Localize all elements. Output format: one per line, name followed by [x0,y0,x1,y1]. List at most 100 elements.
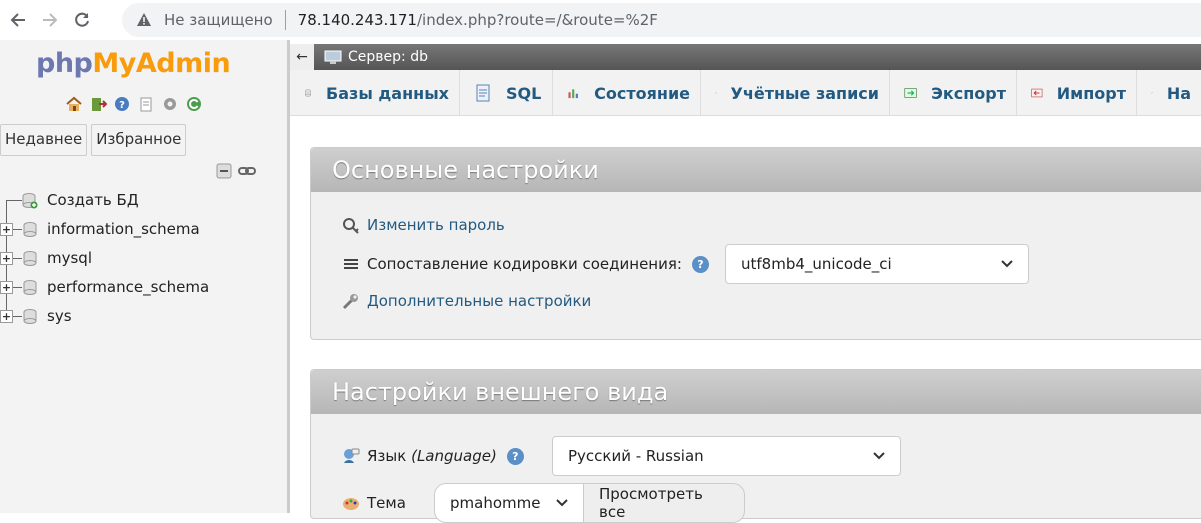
more-settings-row: Дополнительные настройки [341,291,591,311]
browser-toolbar: Не защищено 78.140.243.171/index.php?rou… [0,0,1201,40]
tab-status[interactable]: Состояние [553,70,701,116]
language-row: Язык (Language) ? [341,446,524,466]
tree-item-db[interactable]: + information_schema [0,215,220,244]
appearance-settings-panel: Настройки внешнего вида Язык (Language) … [310,369,1201,519]
chevron-down-icon [872,449,886,463]
svg-text:?: ? [119,100,125,111]
key-icon [341,215,361,235]
url-host: 78.140.243.171 [298,11,417,29]
palette-icon [341,493,361,513]
tree-label: sys [47,307,72,325]
quick-icons: ? [64,94,204,114]
exit-icon[interactable] [88,94,108,114]
address-bar[interactable]: Не защищено 78.140.243.171/index.php?rou… [122,3,1201,37]
tab-databases[interactable]: Базы данных [290,70,460,116]
refresh-icon[interactable] [184,94,204,114]
view-all-themes-button[interactable]: Просмотреть все [583,483,745,523]
collation-value: utf8mb4_unicode_ci [741,255,892,273]
tab-label: Экспорт [931,84,1006,103]
help-icon[interactable]: ? [692,256,709,273]
tree-item-db[interactable]: + performance_schema [0,273,220,302]
help-icon[interactable]: ? [507,448,524,465]
tree-label: Создать БД [47,191,139,209]
tree-label: performance_schema [47,278,209,296]
tree-item-db[interactable]: + sys [0,302,220,331]
tab-recent[interactable]: Недавнее [0,124,87,156]
wrench-icon [341,291,361,311]
tab-label: Учётные записи [731,84,879,103]
logo-php: php [36,48,92,79]
phpmyadmin-logo[interactable]: phpMyAdmin [36,48,230,79]
tab-user-accounts[interactable]: Учётные записи [701,70,890,116]
tab-label: Импорт [1057,84,1126,103]
expand-icon[interactable]: + [0,281,13,294]
server-label[interactable]: Сервер: db [348,49,428,65]
tree-item-create-db[interactable]: Создать БД [0,186,200,215]
tab-export[interactable]: Экспорт [890,70,1017,116]
language-label-ru: Язык [367,447,406,465]
gear-icon[interactable] [160,94,180,114]
panel-title: Настройки внешнего вида [311,370,1201,414]
database-icon [22,250,38,267]
theme-select[interactable]: pmahomme [434,483,584,523]
database-icon [22,308,38,325]
expand-icon[interactable]: + [0,310,13,323]
theme-value: pmahomme [450,494,540,512]
database-icon [304,84,312,102]
collation-row: Сопоставление кодировки соединения: ? [341,254,709,274]
url-text: 78.140.243.171/index.php?route=/&route=%… [298,11,658,29]
tab-label: SQL [506,84,541,103]
documentation-icon[interactable] [136,94,156,114]
reload-icon[interactable] [68,6,96,34]
tab-label: Состояние [594,84,690,103]
link-icon[interactable] [238,162,256,184]
recent-favorites-tabs: Недавнее Избранное [0,124,186,156]
top-menu: Базы данных SQL Состояние Учётные записи… [290,70,1201,116]
change-password-link[interactable]: Изменить пароль [367,216,505,234]
tab-settings[interactable]: На [1137,70,1201,116]
collation-label: Сопоставление кодировки соединения: [367,255,682,273]
database-tree: Создать БД + information_schema + mysql … [0,186,220,331]
language-icon [341,446,361,466]
language-label: Язык (Language) [367,447,497,465]
language-label-en: (Language) [411,447,497,465]
language-select[interactable]: Русский - Russian [552,436,901,476]
more-settings-link[interactable]: Дополнительные настройки [367,292,591,310]
change-password-row: Изменить пароль [341,215,505,235]
warning-icon [136,12,152,28]
logo-my: My [92,48,135,79]
import-icon [1031,84,1043,102]
tree-item-db[interactable]: + mysql [0,244,220,273]
tab-label: На [1167,84,1191,103]
list-icon [341,254,361,274]
chevron-down-icon [1000,257,1014,271]
theme-row: Тема [341,493,406,513]
create-database-icon [22,192,38,209]
collapse-nav-button[interactable]: ← [290,44,314,70]
chevron-down-icon [555,496,569,510]
general-settings-panel: Основные настройки Изменить пароль Сопос… [310,147,1201,340]
tree-label: mysql [47,249,92,267]
export-icon [904,84,917,102]
back-arrow-icon[interactable] [4,6,32,34]
home-icon[interactable] [64,94,84,114]
forward-arrow-icon[interactable] [36,6,64,34]
tab-label: Базы данных [326,84,449,103]
left-navigation: phpMyAdmin ? Недавнее Избранное Создать … [0,40,287,513]
tree-label: information_schema [47,220,200,238]
expand-icon[interactable]: + [0,223,13,236]
security-label: Не защищено [164,11,273,29]
tab-favorites[interactable]: Избранное [91,124,186,156]
collapse-all-icon[interactable] [216,162,234,184]
logo-admin: Admin [136,48,230,79]
server-icon [324,49,342,65]
help-icon[interactable]: ? [112,94,132,114]
collation-select[interactable]: utf8mb4_unicode_ci [725,244,1029,284]
server-breadcrumb: ← Сервер: db [290,44,1201,70]
theme-label: Тема [367,494,406,512]
tab-import[interactable]: Импорт [1017,70,1137,116]
expand-icon[interactable]: + [0,252,13,265]
tab-sql[interactable]: SQL [460,70,553,116]
sql-icon [474,84,492,102]
users-icon [715,84,717,102]
